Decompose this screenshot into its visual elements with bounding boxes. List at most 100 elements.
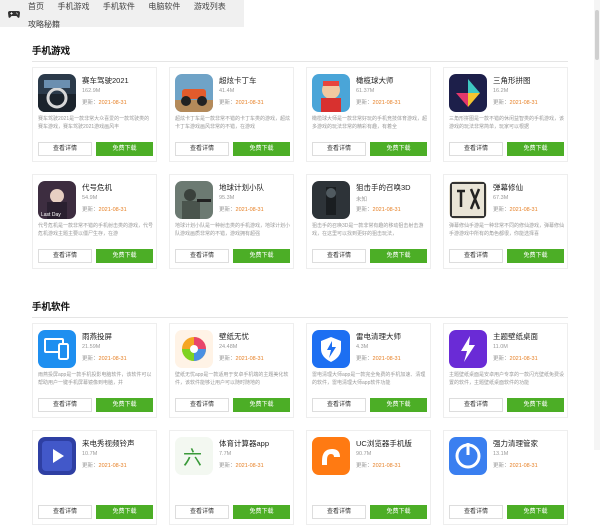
app-name[interactable]: 强力清理管家 [493, 438, 538, 449]
uc-browser-icon[interactable] [312, 437, 350, 475]
app-size: 21.59M [82, 344, 101, 350]
free-download-button[interactable]: 免费下载 [233, 398, 290, 412]
update-label: 更新： [356, 207, 373, 213]
app-card[interactable]: 雷电清理大师 4.3M 更新：2021-08-31 雷电清理大师app是一款完全免费的… [306, 323, 431, 418]
triangle-puzzle-icon[interactable] [449, 74, 487, 112]
app-description: 代号危机是一款非常不错的手机射击类的游戏，代号危机游戏主题主要以僵尸生存，在游 [38, 223, 153, 237]
power-clean-icon[interactable] [449, 437, 487, 475]
cleaner-shield-icon[interactable] [312, 330, 350, 368]
free-download-button[interactable]: 免费下载 [370, 398, 427, 412]
free-download-button[interactable]: 免费下载 [507, 505, 564, 519]
app-card[interactable]: 来电秀视频铃声 10.7M 更新：2021-08-31 查看详情 免费下载 [32, 430, 157, 525]
free-download-button[interactable]: 免费下载 [370, 142, 427, 156]
app-card[interactable]: UC浏览器手机版 90.7M 更新：2021-08-31 查看详情 免费下载 [306, 430, 431, 525]
free-download-button[interactable]: 免费下载 [507, 398, 564, 412]
free-download-button[interactable]: 免费下载 [96, 249, 153, 263]
view-details-button[interactable]: 查看详情 [449, 398, 503, 412]
view-details-button[interactable]: 查看详情 [175, 142, 229, 156]
app-update: 更新：2021-08-31 [219, 354, 264, 362]
view-details-button[interactable]: 查看详情 [175, 505, 229, 519]
view-details-button[interactable]: 查看详情 [175, 398, 229, 412]
update-date: 2021-08-31 [235, 207, 264, 213]
app-name[interactable]: 超炫卡丁车 [219, 75, 257, 86]
free-download-button[interactable]: 免费下载 [370, 505, 427, 519]
app-card[interactable]: 六 体育计算器app 7.7M 更新：2021-08-31 查看详情 免费下载 [169, 430, 294, 525]
view-details-button[interactable]: 查看详情 [175, 249, 229, 263]
nav-home[interactable]: 首页 [28, 2, 44, 11]
theme-lightning-icon[interactable] [449, 330, 487, 368]
view-details-button[interactable]: 查看详情 [449, 142, 503, 156]
ringtone-icon[interactable] [38, 437, 76, 475]
app-description [449, 478, 564, 500]
view-details-button[interactable]: 查看详情 [312, 505, 366, 519]
cultivation-icon[interactable] [449, 181, 487, 219]
app-card[interactable]: 弹幕修仙 67.3M 更新：2021-08-31 弹幕修仙手游是一种非常不同的修仙游戏… [443, 174, 568, 269]
car-driving-icon[interactable] [38, 74, 76, 112]
view-details-button[interactable]: 查看详情 [312, 398, 366, 412]
app-name[interactable]: 弹幕修仙 [493, 182, 523, 193]
view-details-button[interactable]: 查看详情 [312, 142, 366, 156]
app-name[interactable]: 主题壁纸桌面 [493, 331, 538, 342]
app-card[interactable]: 壁纸无忧 24.48M 更新：2021-08-31 壁纸无忧app是一款适用于安卓手机… [169, 323, 294, 418]
app-name[interactable]: 橄榄球大师 [356, 75, 394, 86]
view-details-button[interactable]: 查看详情 [449, 505, 503, 519]
app-name[interactable]: 地球计划小队 [219, 182, 264, 193]
free-download-button[interactable]: 免费下载 [507, 249, 564, 263]
page-scrollbar[interactable] [594, 0, 600, 450]
update-date: 2021-08-31 [509, 207, 538, 213]
view-details-button[interactable]: 查看详情 [38, 249, 92, 263]
free-download-button[interactable]: 免费下载 [370, 249, 427, 263]
crisis-icon[interactable]: Last Day [38, 181, 76, 219]
free-download-button[interactable]: 免费下载 [507, 142, 564, 156]
app-card[interactable]: 三角形拼图 16.2M 更新：2021-08-31 三角形拼图是一款不错的休闲益智类的… [443, 67, 568, 162]
free-download-button[interactable]: 免费下载 [96, 505, 153, 519]
sniper-icon[interactable] [312, 181, 350, 219]
app-name[interactable]: 代号危机 [82, 182, 112, 193]
app-name[interactable]: 来电秀视频铃声 [82, 438, 135, 449]
app-name[interactable]: 三角形拼图 [493, 75, 531, 86]
free-download-button[interactable]: 免费下载 [96, 142, 153, 156]
update-date: 2021-08-31 [509, 356, 538, 362]
kart-icon[interactable] [175, 74, 213, 112]
nav-game-list[interactable]: 游戏列表 [194, 2, 226, 11]
app-card[interactable]: 地球计划小队 95.3M 更新：2021-08-31 地球计划小队是一种射击类的手机游… [169, 174, 294, 269]
app-name[interactable]: 雨燕投屏 [82, 331, 112, 342]
nav-mobile-games[interactable]: 手机游戏 [57, 2, 89, 11]
app-update: 更新：2021-08-31 [356, 98, 401, 106]
svg-text:Last Day: Last Day [41, 212, 61, 218]
free-download-button[interactable]: 免费下载 [233, 249, 290, 263]
football-icon[interactable] [312, 74, 350, 112]
calculator-icon[interactable]: 六 [175, 437, 213, 475]
gamepad-logo-icon[interactable] [8, 9, 20, 19]
view-details-button[interactable]: 查看详情 [38, 505, 92, 519]
scrollbar-thumb[interactable] [595, 10, 599, 60]
app-card[interactable]: 狙击手的召唤3D 未知 更新：2021-08-31 狙击手的召唤3D是一款非常有趣的移… [306, 174, 431, 269]
app-card[interactable]: Last Day 代号危机 54.9M 更新：2021-08-31 代号危机是一款非常不… [32, 174, 157, 269]
view-details-button[interactable]: 查看详情 [38, 398, 92, 412]
nav-guides[interactable]: 攻略秘籍 [28, 20, 60, 29]
app-name[interactable]: 壁纸无忧 [219, 331, 249, 342]
view-details-button[interactable]: 查看详情 [312, 249, 366, 263]
free-download-button[interactable]: 免费下载 [96, 398, 153, 412]
app-name[interactable]: 狙击手的召唤3D [356, 182, 411, 193]
view-details-button[interactable]: 查看详情 [38, 142, 92, 156]
app-card[interactable]: 超炫卡丁车 41.4M 更新：2021-08-31 超炫卡丁车是一款非常不错的卡丁车类… [169, 67, 294, 162]
app-name[interactable]: 体育计算器app [219, 438, 269, 449]
update-date: 2021-08-31 [372, 100, 401, 106]
app-card[interactable]: 橄榄球大师 61.37M 更新：2021-08-31 橄榄球大师是一款非常好玩的手机竞… [306, 67, 431, 162]
wallpaper-icon[interactable] [175, 330, 213, 368]
free-download-button[interactable]: 免费下载 [233, 142, 290, 156]
app-card[interactable]: 赛车驾驶2021 162.9M 更新：2021-08-31 赛车驾驶2021是一款非常… [32, 67, 157, 162]
app-card[interactable]: 强力清理管家 13.1M 更新：2021-08-31 查看详情 免费下载 [443, 430, 568, 525]
screen-cast-icon[interactable] [38, 330, 76, 368]
free-download-button[interactable]: 免费下载 [233, 505, 290, 519]
nav-pc-software[interactable]: 电脑软件 [148, 2, 180, 11]
app-card[interactable]: 主题壁纸桌面 11.0M 更新：2021-08-31 主题壁纸桌面是安卓用户专享的一款… [443, 323, 568, 418]
squad-icon[interactable] [175, 181, 213, 219]
app-card[interactable]: 雨燕投屏 21.59M 更新：2021-08-31 雨燕投屏app是一款手机投影电脑软… [32, 323, 157, 418]
app-name[interactable]: 雷电清理大师 [356, 331, 401, 342]
app-name[interactable]: UC浏览器手机版 [356, 438, 412, 449]
app-name[interactable]: 赛车驾驶2021 [82, 75, 129, 86]
view-details-button[interactable]: 查看详情 [449, 249, 503, 263]
nav-mobile-apps[interactable]: 手机软件 [103, 2, 135, 11]
